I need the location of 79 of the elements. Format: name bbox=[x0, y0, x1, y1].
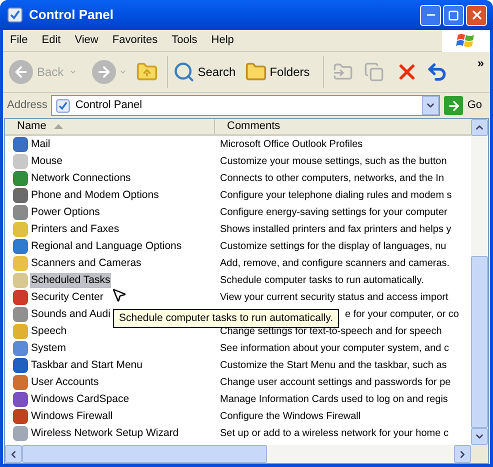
window-title: Control Panel bbox=[29, 6, 115, 24]
applet-comment: Connects to other computers, networks, and the In bbox=[220, 172, 444, 186]
applet-name[interactable]: Network Connections bbox=[30, 170, 132, 186]
address-label: Address bbox=[7, 98, 48, 114]
column-header[interactable]: Name bbox=[5, 119, 215, 134]
applet-comment: See information about your computer system, and c bbox=[220, 342, 450, 356]
move-to-icon bbox=[332, 62, 353, 82]
menu-item[interactable]: Favorites bbox=[105, 32, 165, 49]
applet-comment: e for your computer, or co bbox=[345, 308, 459, 322]
applet-comment: Set up or add to a wireless network for your home c bbox=[220, 427, 448, 441]
applet-comment: Manage Information Cards used to log on and regis bbox=[220, 393, 448, 407]
applet-comment: Add, remove, and configure scanners and cameras. bbox=[220, 257, 450, 271]
folder-up-icon bbox=[136, 61, 158, 83]
undo-icon bbox=[426, 61, 448, 83]
address-field[interactable]: Control Panel bbox=[51, 95, 440, 116]
scroll-down-button[interactable] bbox=[471, 428, 488, 445]
search-button[interactable]: Search bbox=[170, 61, 238, 83]
applet-name[interactable]: System bbox=[30, 340, 68, 356]
applet-name[interactable]: Scheduled Tasks bbox=[30, 272, 112, 288]
more-button[interactable]: » bbox=[477, 54, 484, 72]
up-folder-button[interactable] bbox=[136, 61, 158, 83]
mouse-cursor-icon bbox=[111, 287, 127, 303]
forward-button[interactable] bbox=[92, 60, 116, 84]
applet-comment: Customize settings for the display of languages, nu bbox=[220, 240, 446, 254]
flag-logo-icon bbox=[456, 32, 476, 50]
scroll-right-button[interactable] bbox=[454, 445, 471, 463]
applet-comment: Change user account settings and passwords for pe bbox=[220, 376, 451, 390]
scroll-left-button[interactable] bbox=[5, 445, 22, 463]
applet-comment: Shows installed printers and fax printers and helps y bbox=[220, 223, 452, 237]
applet-comment: Configure energy-saving settings for your computer bbox=[220, 206, 448, 220]
applet-comment: View your current security status and access import bbox=[220, 291, 448, 305]
close-button[interactable] bbox=[466, 4, 487, 26]
sort-arrow-icon bbox=[54, 124, 64, 129]
applet-name[interactable]: Mouse bbox=[30, 154, 64, 170]
control-panel-icon bbox=[55, 98, 72, 114]
applet-comment: Schedule computer tasks to run automatically. bbox=[220, 274, 424, 288]
search-icon bbox=[172, 61, 195, 83]
minimize-button[interactable] bbox=[420, 4, 441, 26]
menu-item[interactable]: Help bbox=[204, 32, 241, 49]
applet-name[interactable]: Sounds and Audi bbox=[30, 306, 112, 322]
close-icon bbox=[470, 8, 484, 22]
vertical-scrollbar[interactable] bbox=[471, 119, 488, 445]
menu-item[interactable]: File bbox=[3, 32, 35, 49]
applet-name[interactable]: Windows CardSpace bbox=[30, 392, 130, 408]
menu-item[interactable]: View bbox=[68, 32, 106, 49]
undo-button[interactable] bbox=[426, 61, 448, 83]
menu-item[interactable]: Tools bbox=[164, 32, 204, 49]
scroll-thumb[interactable] bbox=[22, 445, 267, 463]
tooltip: Schedule computer tasks to run automatically. bbox=[113, 309, 339, 328]
applet-comment: Microsoft Office Outlook Profiles bbox=[220, 138, 363, 152]
copy-icon bbox=[364, 62, 384, 82]
applet-name[interactable]: Printers and Faxes bbox=[30, 222, 120, 238]
menu-item[interactable]: Edit bbox=[34, 32, 68, 49]
applet-name[interactable]: Regional and Language Options bbox=[30, 238, 183, 254]
dropdown-button[interactable] bbox=[422, 96, 440, 115]
folder-icon bbox=[244, 61, 267, 83]
scroll-up-button[interactable] bbox=[471, 119, 488, 136]
maximize-icon bbox=[448, 10, 459, 20]
applet-name[interactable]: Taskbar and Start Menu bbox=[30, 358, 144, 374]
applet-name[interactable]: Mail bbox=[30, 136, 52, 152]
applet-name[interactable]: Security Center bbox=[30, 290, 104, 306]
applet-comment: Customize the Start Menu and the taskbar, such as bbox=[220, 359, 447, 373]
applet-comment: Customize your mouse settings, such as the button bbox=[220, 155, 447, 169]
applet-name[interactable]: Power Options bbox=[30, 204, 101, 220]
right-arrow-icon bbox=[96, 64, 112, 80]
applet-name[interactable]: Speech bbox=[30, 324, 68, 340]
maximize-button[interactable] bbox=[443, 4, 464, 26]
control-panel-icon bbox=[6, 6, 24, 24]
applet-name[interactable]: Wireless Network Setup Wizard bbox=[30, 426, 180, 442]
applet-name[interactable]: Scanners and Cameras bbox=[30, 256, 142, 272]
go-button[interactable]: Go bbox=[444, 96, 486, 115]
folders-button[interactable]: Folders bbox=[240, 61, 314, 83]
applet-comment: Configure the Windows Firewall bbox=[220, 410, 361, 424]
applet-comment: Configure your telephone dialing rules and modem s bbox=[220, 189, 452, 203]
column-header[interactable]: Comments bbox=[215, 119, 471, 134]
scroll-thumb[interactable] bbox=[471, 256, 488, 428]
applet-name[interactable]: Phone and Modem Options bbox=[30, 188, 160, 204]
applet-name[interactable]: User Accounts bbox=[30, 374, 100, 390]
applet-name[interactable]: Windows Firewall bbox=[30, 408, 114, 424]
